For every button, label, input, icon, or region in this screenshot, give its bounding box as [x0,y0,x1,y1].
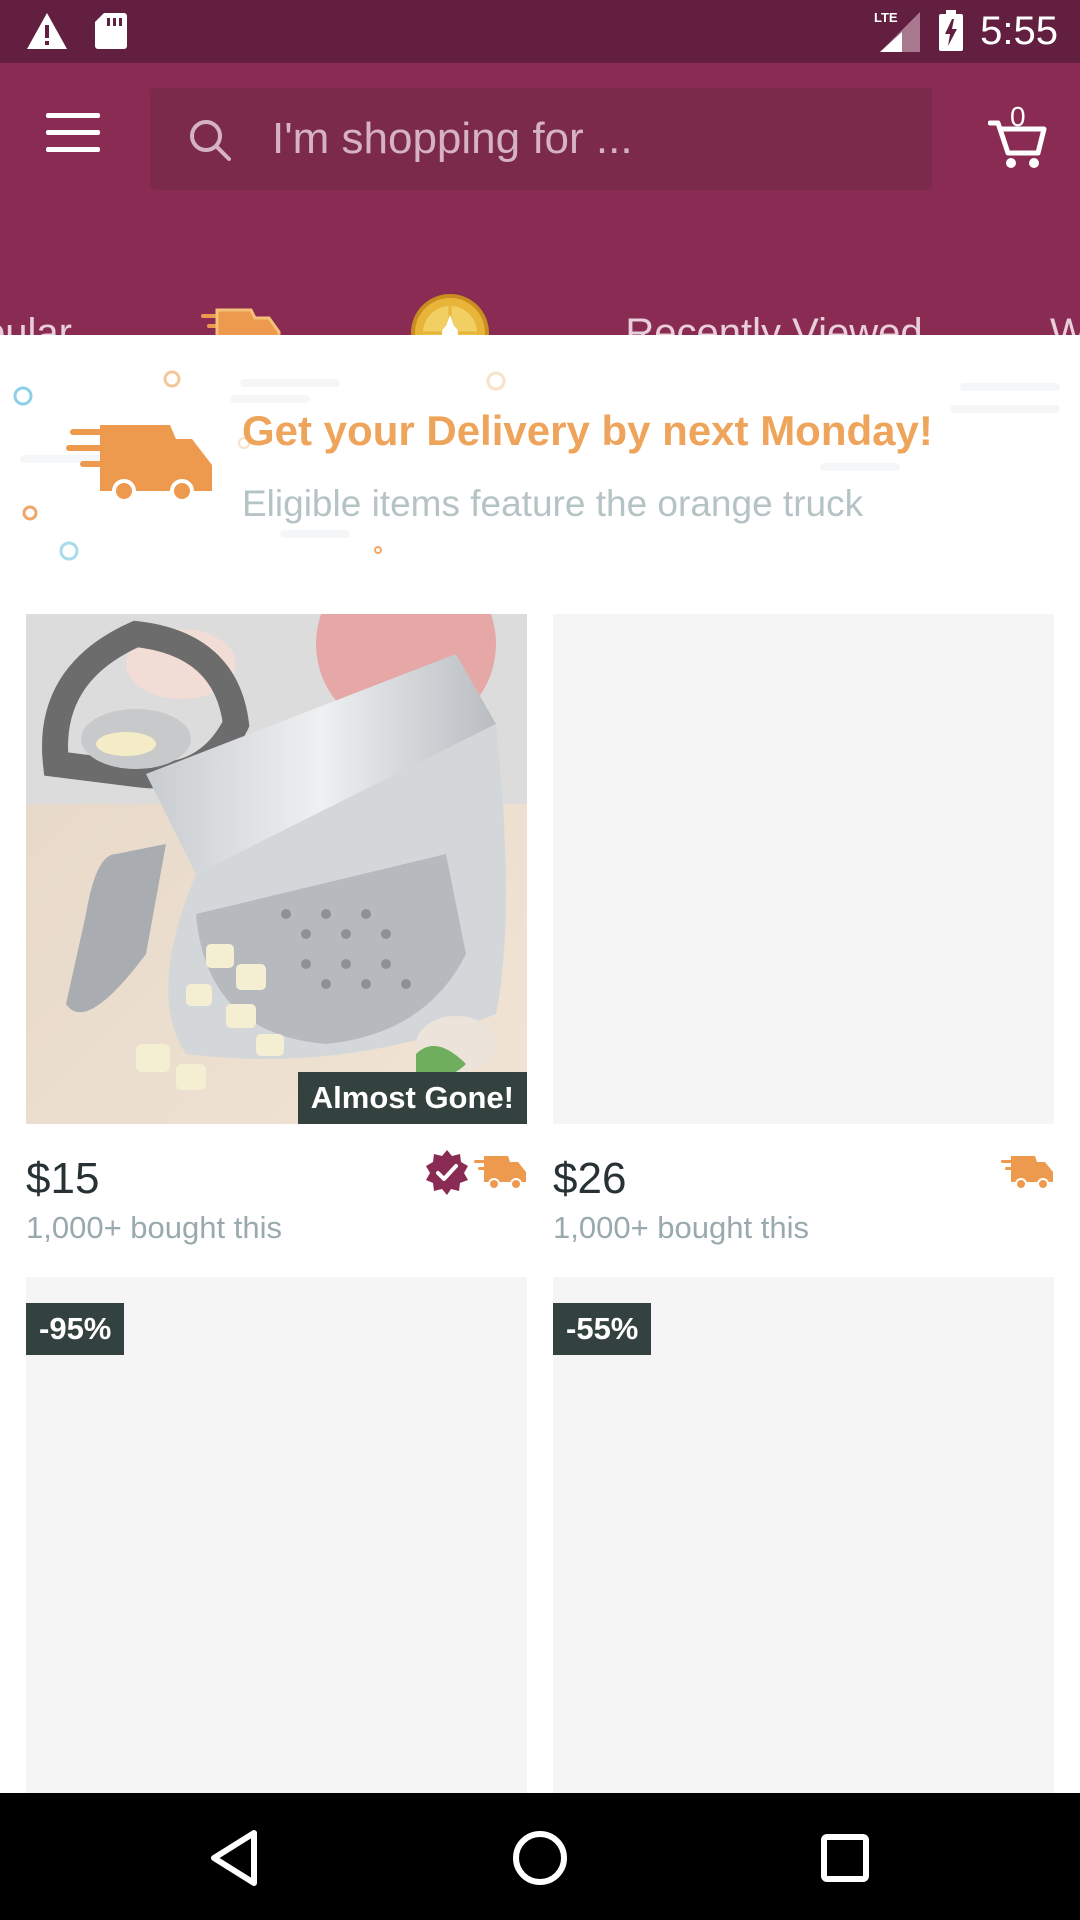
verified-icon [426,1150,468,1195]
almost-gone-badge: Almost Gone! [297,1072,527,1124]
menu-icon [46,113,100,118]
delivery-banner[interactable]: Get your Delivery by next Monday! Eligib… [0,335,1080,575]
discount-badge: -55% [553,1303,652,1355]
recents-button[interactable] [810,1823,880,1893]
product-price: $15 [26,1154,100,1203]
delivery-truck-icon [474,1156,526,1190]
menu-button[interactable] [46,113,100,157]
recents-icon [821,1834,869,1882]
banner-title: Get your Delivery by next Monday! [242,407,933,454]
product-card[interactable]: -55% [553,1277,1054,1793]
product-image[interactable]: -95% [26,1277,527,1793]
cart-count: 0 [1010,101,1026,132]
product-card[interactable]: -95% [26,1277,527,1793]
product-price: $26 [553,1154,627,1203]
sd-card-icon [95,13,127,49]
status-time: 5:55 [980,8,1058,53]
back-button[interactable] [200,1823,270,1893]
garlic-press-image [26,614,527,1124]
search-icon [190,120,231,161]
delivery-truck-icon [66,425,212,503]
back-icon [211,1830,257,1886]
bought-count: 1,000+ bought this [26,1210,282,1245]
svg-text:LTE: LTE [874,10,898,25]
home-button[interactable] [505,1823,575,1893]
banner-subtitle: Eligible items feature the orange truck [242,483,864,524]
product-image[interactable] [553,614,1054,1124]
delivery-truck-icon [1001,1156,1053,1190]
system-nav-bar [0,1793,1080,1920]
bought-count: 1,000+ bought this [553,1210,809,1245]
discount-badge: -95% [26,1303,125,1355]
warning-icon [27,13,67,49]
product-feed[interactable]: Get your Delivery by next Monday! Eligib… [0,335,1080,1793]
status-bar: LTE 5:55 [0,0,1080,63]
search-box[interactable] [150,88,932,190]
home-icon [513,1831,567,1885]
product-card[interactable]: $26 1,000+ bought this [553,614,1054,1245]
product-image[interactable]: -55% [553,1277,1054,1793]
product-card[interactable]: Almost Gone! $15 1,000+ bought this [26,614,527,1245]
search-input[interactable] [272,110,892,168]
product-image[interactable]: Almost Gone! [26,614,527,1124]
battery-charging-icon [939,10,964,51]
app-bar: 0 Popular Recently [0,63,1080,398]
signal-icon: LTE [874,10,921,52]
